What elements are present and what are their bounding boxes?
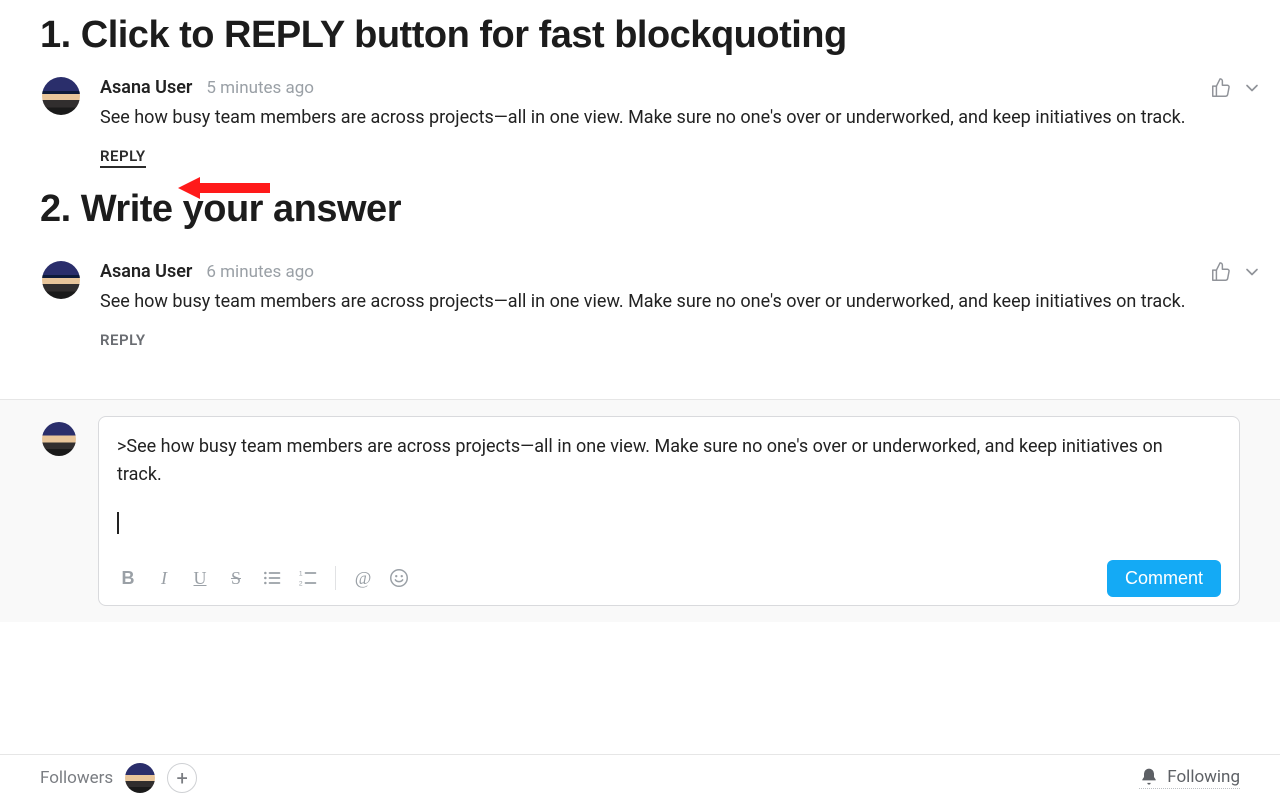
- composer-box[interactable]: >See how busy team members are across pr…: [98, 416, 1240, 606]
- follower-avatar[interactable]: [125, 763, 155, 793]
- comment-body: See how busy team members are across pro…: [100, 288, 1220, 317]
- followers-label: Followers: [40, 768, 113, 788]
- comment-time: 5 minutes ago: [206, 78, 314, 98]
- toolbar-separator: [335, 566, 336, 590]
- add-follower-button[interactable]: +: [167, 763, 197, 793]
- numbered-list-icon[interactable]: 12: [297, 567, 319, 589]
- avatar: [42, 261, 80, 299]
- composer-section: >See how busy team members are across pr…: [0, 399, 1280, 622]
- text-cursor: [117, 512, 119, 534]
- bold-icon[interactable]: B: [117, 567, 139, 589]
- comment-author: Asana User: [100, 77, 192, 98]
- submit-comment-button[interactable]: Comment: [1107, 560, 1221, 597]
- reply-button[interactable]: REPLY: [100, 147, 146, 168]
- more-actions-icon[interactable]: [1242, 262, 1262, 282]
- comment-time: 6 minutes ago: [206, 262, 314, 282]
- emoji-icon[interactable]: [388, 567, 410, 589]
- strikethrough-icon[interactable]: S: [225, 567, 247, 589]
- bell-icon: [1139, 767, 1159, 787]
- more-actions-icon[interactable]: [1242, 78, 1262, 98]
- annotation-arrow: [178, 177, 270, 199]
- comment-body: See how busy team members are across pro…: [100, 104, 1220, 133]
- composer-avatar: [42, 422, 76, 456]
- like-icon[interactable]: [1210, 77, 1232, 99]
- bullet-list-icon[interactable]: [261, 567, 283, 589]
- underline-icon[interactable]: U: [189, 567, 211, 589]
- reply-button[interactable]: REPLY: [100, 331, 146, 349]
- following-toggle[interactable]: Following: [1139, 767, 1240, 789]
- footer-bar: Followers + Following: [0, 754, 1280, 800]
- comment-block-2: Asana User 6 minutes ago See how busy te…: [0, 251, 1280, 349]
- comment-block-1: Asana User 5 minutes ago See how busy te…: [0, 67, 1280, 168]
- svg-text:1: 1: [299, 571, 303, 578]
- step-1-heading: 1. Click to REPLY button for fast blockq…: [0, 0, 1280, 67]
- svg-text:2: 2: [299, 581, 303, 588]
- composer-toolbar: B I U S 12 @ Comment: [117, 552, 1221, 597]
- mention-icon[interactable]: @: [352, 567, 374, 589]
- avatar: [42, 77, 80, 115]
- comment-author: Asana User: [100, 261, 192, 282]
- like-icon[interactable]: [1210, 261, 1232, 283]
- italic-icon[interactable]: I: [153, 567, 175, 589]
- composer-quoted-text[interactable]: >See how busy team members are across pr…: [117, 433, 1187, 491]
- following-label: Following: [1167, 767, 1240, 787]
